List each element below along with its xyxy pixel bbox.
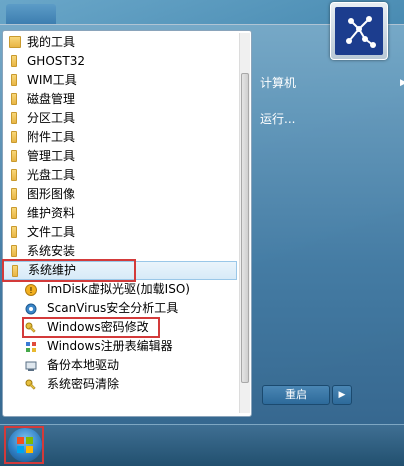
list-item-label: 光盘工具: [27, 168, 76, 182]
highlight-box-system-maintenance: [2, 259, 136, 282]
sub-list-item[interactable]: 系统密码清除: [3, 375, 237, 394]
list-item-label: WIM工具: [27, 73, 77, 87]
folder-icon: [11, 93, 17, 105]
svg-text:!: !: [29, 286, 32, 295]
list-item-label: 附件工具: [27, 130, 76, 144]
regedit-icon: [25, 340, 37, 352]
scrollbar-thumb[interactable]: [241, 73, 249, 383]
list-item[interactable]: 文件工具: [3, 223, 237, 242]
user-picture[interactable]: [330, 2, 388, 60]
list-item[interactable]: GHOST32: [3, 52, 237, 71]
folder-icon: [11, 74, 17, 86]
sub-list-item-label: 系统密码清除: [47, 377, 120, 391]
folder-icon: [11, 188, 17, 200]
folder-icon: [11, 245, 17, 257]
highlight-box-password-change: [22, 317, 160, 338]
sub-list-item-label: Windows注册表编辑器: [47, 339, 173, 353]
folder-icon: [11, 131, 17, 143]
user-picture-image: [335, 7, 383, 55]
folder-icon: [11, 226, 17, 238]
list-item[interactable]: 附件工具: [3, 128, 237, 147]
arrow-right-icon[interactable]: ▶: [332, 385, 352, 405]
list-item[interactable]: 管理工具: [3, 147, 237, 166]
computer-item[interactable]: 计算机 ▶: [260, 72, 404, 94]
right-pane: 计算机 ▶ 运行...: [258, 60, 404, 410]
restart-button[interactable]: 重启: [262, 385, 330, 405]
sub-list-item[interactable]: Windows注册表编辑器: [3, 337, 237, 356]
sub-list-item[interactable]: 备份本地驱动: [3, 356, 237, 375]
list-item[interactable]: 光盘工具: [3, 166, 237, 185]
list-item-label: 维护资料: [27, 206, 76, 220]
sub-list-item[interactable]: ! ImDisk虚拟光驱(加载ISO): [3, 280, 237, 299]
list-item-label: GHOST32: [27, 54, 85, 68]
folder-icon: [11, 207, 17, 219]
highlight-box-start: [4, 426, 44, 464]
sub-list-item[interactable]: ScanVirus安全分析工具: [3, 299, 237, 318]
computer-label: 计算机: [260, 76, 297, 90]
run-label: 运行...: [260, 112, 296, 126]
folder-icon: [11, 169, 17, 181]
list-item-label: 我的工具: [27, 35, 76, 49]
start-menu-tab: [6, 4, 56, 24]
gear-folder-icon: [9, 36, 21, 48]
imdisk-icon: !: [25, 283, 37, 296]
list-item[interactable]: 我的工具: [3, 33, 237, 52]
sub-list-item-label: 备份本地驱动: [47, 358, 120, 372]
sub-list-item-label: ScanVirus安全分析工具: [47, 301, 179, 315]
list-item[interactable]: 分区工具: [3, 109, 237, 128]
list-item-label: 分区工具: [27, 111, 76, 125]
list-item-label: 图形图像: [27, 187, 76, 201]
shutdown-controls: 重启 ▶: [262, 385, 352, 405]
sub-list-item-label: ImDisk虚拟光驱(加载ISO): [47, 282, 190, 296]
folder-icon: [11, 55, 17, 67]
programs-pane: 我的工具 GHOST32 WIM工具 磁盘管理 分区工具 附件工具 管理工具 光…: [2, 30, 252, 417]
programs-list: 我的工具 GHOST32 WIM工具 磁盘管理 分区工具 附件工具 管理工具 光…: [3, 33, 237, 394]
list-item[interactable]: 磁盘管理: [3, 90, 237, 109]
backup-icon: [25, 359, 37, 371]
key-icon: [25, 378, 37, 390]
list-item-label: 磁盘管理: [27, 92, 76, 106]
list-item[interactable]: 维护资料: [3, 204, 237, 223]
taskbar: [0, 424, 404, 466]
folder-icon: [11, 150, 17, 162]
list-item-label: 文件工具: [27, 225, 76, 239]
list-item[interactable]: 图形图像: [3, 185, 237, 204]
folder-icon: [11, 112, 17, 124]
run-item[interactable]: 运行...: [260, 108, 295, 130]
programs-scrollbar[interactable]: [239, 33, 250, 413]
constellation-icon: [346, 16, 376, 48]
scan-icon: [25, 302, 37, 315]
list-item-label: 管理工具: [27, 149, 76, 163]
arrow-right-icon: ▶: [400, 78, 404, 88]
list-item[interactable]: WIM工具: [3, 71, 237, 90]
